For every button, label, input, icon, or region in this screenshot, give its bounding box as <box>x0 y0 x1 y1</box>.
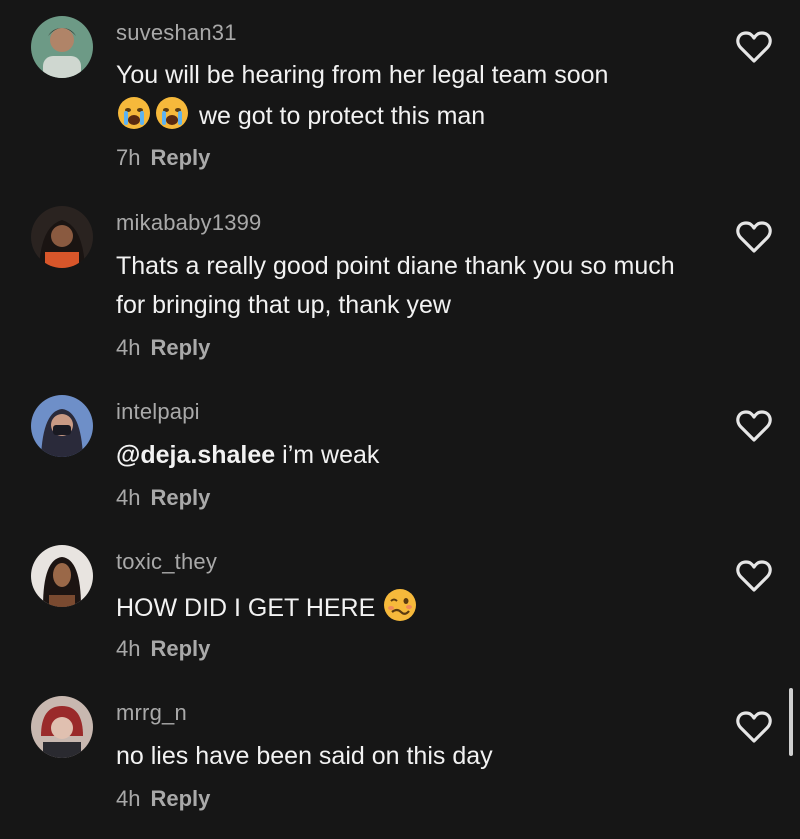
comment-meta: 4h Reply <box>116 636 210 662</box>
avatar[interactable] <box>31 696 93 758</box>
comment-text-line: i’m weak <box>282 441 380 469</box>
comment-meta: 4h Reply <box>116 485 210 511</box>
username[interactable]: suveshan31 <box>116 20 237 46</box>
reply-button[interactable]: Reply <box>150 485 210 510</box>
timestamp: 7h <box>116 145 141 170</box>
avatar[interactable] <box>31 16 93 78</box>
comment-text: no lies have been said on this day <box>116 742 493 770</box>
timestamp: 4h <box>116 636 141 661</box>
comment-text-line: we got to protect this man <box>198 102 486 130</box>
avatar[interactable] <box>31 545 93 607</box>
comment-text: HOW DID I GET HERE <box>116 587 706 628</box>
avatar[interactable] <box>31 395 93 457</box>
heart-outline-icon[interactable] <box>734 406 774 446</box>
loudly-crying-face-emoji <box>116 95 152 131</box>
username[interactable]: intelpapi <box>116 399 200 425</box>
reply-button[interactable]: Reply <box>150 145 210 170</box>
scrollbar[interactable] <box>789 688 793 756</box>
reply-button[interactable]: Reply <box>150 786 210 811</box>
heart-outline-icon[interactable] <box>734 217 774 257</box>
reply-button[interactable]: Reply <box>150 335 210 360</box>
woozy-face-emoji <box>382 587 418 623</box>
comment-meta: 7h Reply <box>116 145 210 171</box>
username[interactable]: mrrg_n <box>116 700 187 726</box>
comment-meta: 4h Reply <box>116 786 210 812</box>
username[interactable]: toxic_they <box>116 549 217 575</box>
heart-outline-icon[interactable] <box>734 707 774 747</box>
comment-text-line: HOW DID I GET HERE <box>116 594 376 622</box>
comment-text: Thats a really good point diane thank yo… <box>116 252 675 319</box>
heart-outline-icon[interactable] <box>734 556 774 596</box>
timestamp: 4h <box>116 786 141 811</box>
comment-text: You will be hearing from her legal team … <box>116 56 706 136</box>
timestamp: 4h <box>116 485 141 510</box>
reply-button[interactable]: Reply <box>150 636 210 661</box>
username[interactable]: mikababy1399 <box>116 210 262 236</box>
loudly-crying-face-emoji <box>154 95 190 131</box>
comment-meta: 4h Reply <box>116 335 210 361</box>
comment-text: @deja.shalee i’m weak <box>116 436 706 475</box>
avatar[interactable] <box>31 206 93 268</box>
mention-link[interactable]: @deja.shalee <box>116 441 275 469</box>
comment-text-line: You will be hearing from her legal team … <box>116 61 609 89</box>
timestamp: 4h <box>116 335 141 360</box>
heart-outline-icon[interactable] <box>734 27 774 67</box>
